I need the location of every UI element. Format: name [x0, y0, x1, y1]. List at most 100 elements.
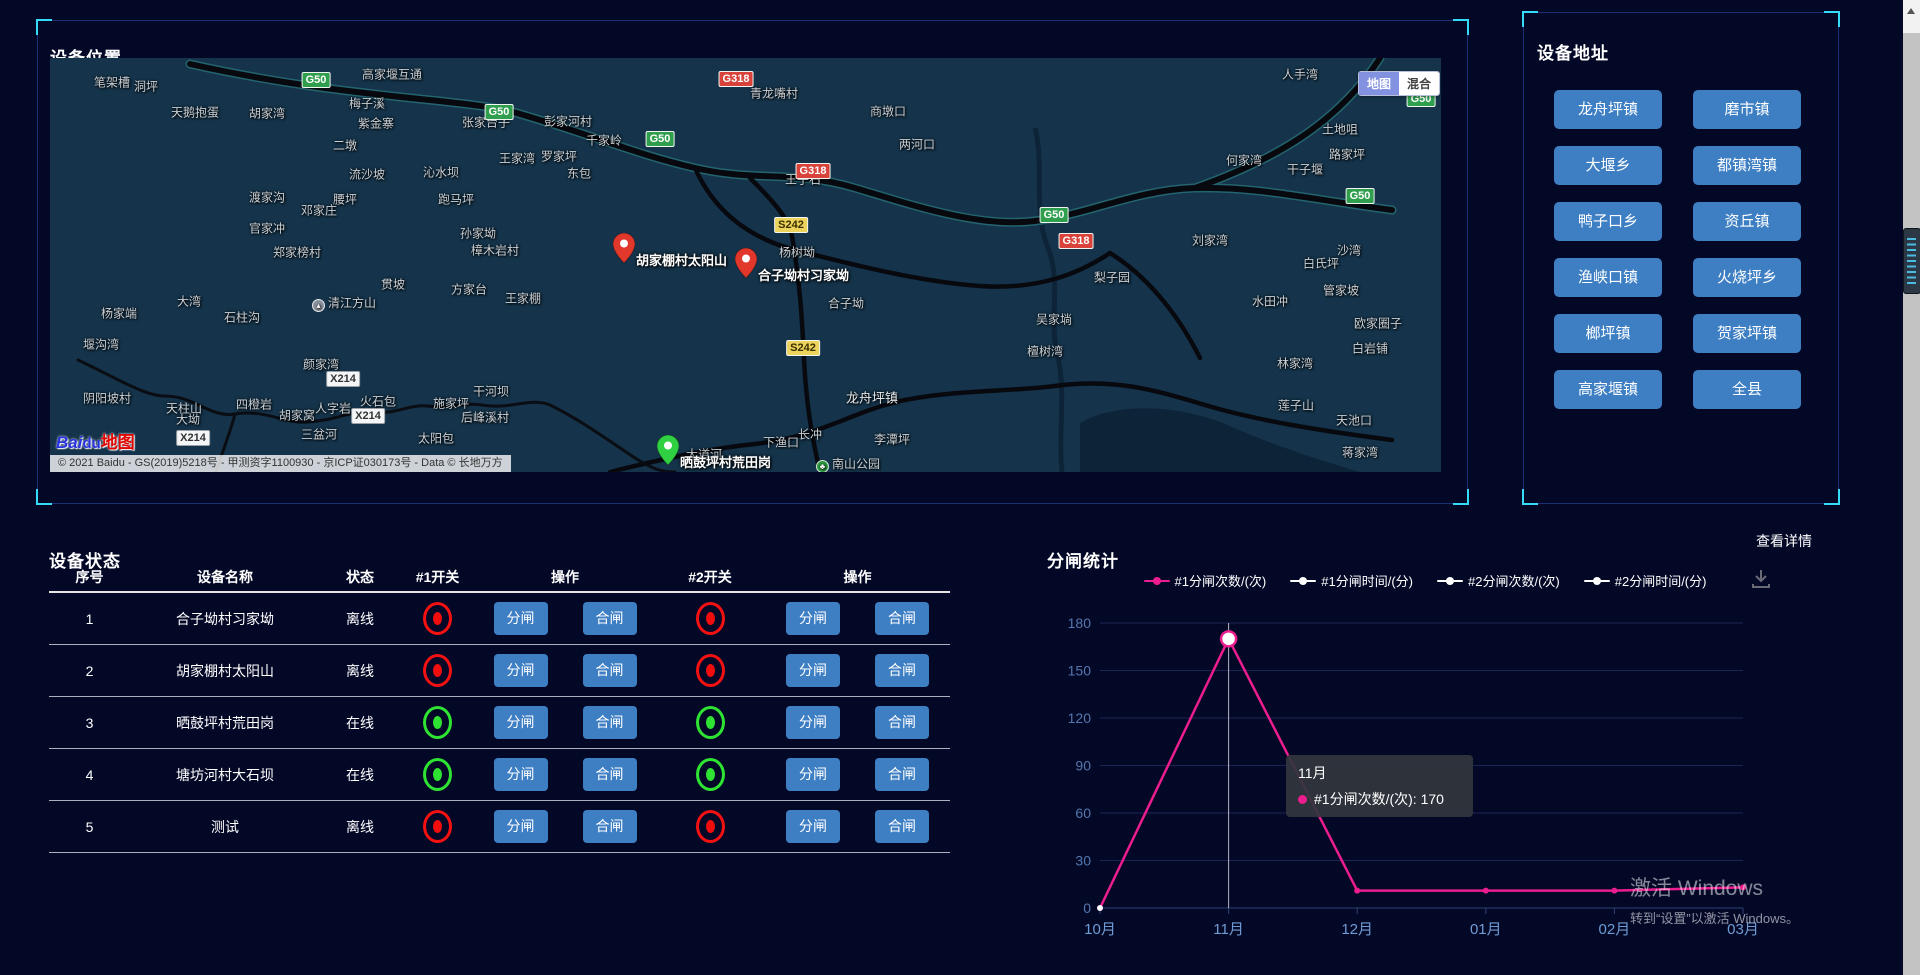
table-row: 5测试离线分闸合闸分闸合闸	[49, 801, 950, 853]
map-place-label: 胡家湾	[249, 105, 285, 122]
open-switch-button[interactable]: 分闸	[786, 706, 840, 739]
open-switch-button[interactable]: 分闸	[494, 602, 548, 635]
map-type-map-button[interactable]: 地图	[1359, 72, 1399, 95]
legend-item-#2分闸时间/(分)[interactable]: #2分闸时间/(分)	[1584, 571, 1707, 590]
map-place-label: 后峰溪村	[461, 409, 509, 426]
map-marker-label: 胡家棚村太阳山	[636, 250, 727, 269]
switch-status-off-indicator	[423, 810, 452, 843]
map-place-label: 紫金寨	[358, 115, 394, 132]
map-marker-pin[interactable]	[735, 248, 757, 278]
close-switch-button[interactable]: 合闸	[583, 706, 637, 739]
switch-status-off-indicator	[696, 810, 725, 843]
column-header: #2开关	[655, 563, 765, 592]
data-point	[1611, 888, 1617, 894]
close-switch-button[interactable]: 合闸	[583, 654, 637, 687]
open-switch-button[interactable]: 分闸	[786, 810, 840, 843]
address-button-磨市镇[interactable]: 磨市镇	[1693, 90, 1801, 129]
data-point	[1097, 905, 1103, 911]
map-place-label: 蒋家湾	[1342, 444, 1378, 461]
operation-buttons: 分闸 合闸	[475, 810, 655, 843]
map-place-label: 大湾	[177, 293, 201, 310]
indicator-dot	[706, 820, 715, 833]
y-axis-tick-label: 30	[1075, 853, 1091, 869]
map-place-label: 太阳包	[418, 430, 454, 447]
address-button-都镇湾镇[interactable]: 都镇湾镇	[1693, 146, 1801, 185]
open-switch-button[interactable]: 分闸	[786, 602, 840, 635]
open-switch-button[interactable]: 分闸	[494, 654, 548, 687]
close-switch-button[interactable]: 合闸	[583, 810, 637, 843]
address-button-高家堰镇[interactable]: 高家堰镇	[1554, 370, 1662, 409]
close-switch-button[interactable]: 合闸	[875, 654, 929, 687]
map-place-label: 四橙岩	[236, 396, 272, 413]
open-switch-button[interactable]: 分闸	[786, 654, 840, 687]
tooltip-series-dot	[1298, 795, 1307, 804]
road-number-badge: G318	[796, 163, 831, 179]
open-switch-button[interactable]: 分闸	[494, 758, 548, 791]
panel-corner-decoration	[36, 489, 52, 505]
baidu-map[interactable]: 笔架槽洞坪天鹅抱蛋胡家湾高家堰互通梅子溪紫金寨二墩流沙坡沁水坝腰坪跑马坪渡家沟邓…	[50, 58, 1441, 472]
road-number-badge: X214	[326, 371, 360, 387]
scrollbar-thumb[interactable]	[1903, 228, 1920, 294]
address-button-渔峡口镇[interactable]: 渔峡口镇	[1554, 258, 1662, 297]
map-place-label: 二墩	[333, 137, 357, 154]
map-marker-pin[interactable]	[613, 233, 635, 263]
close-switch-button[interactable]: 合闸	[875, 758, 929, 791]
address-button-火烧坪乡[interactable]: 火烧坪乡	[1693, 258, 1801, 297]
address-button-大堰乡[interactable]: 大堰乡	[1554, 146, 1662, 185]
map-copyright: © 2021 Baidu - GS(2019)5218号 - 甲测资字11009…	[50, 455, 511, 472]
cell-switch1	[400, 749, 475, 801]
address-button-贺家坪镇[interactable]: 贺家坪镇	[1693, 314, 1801, 353]
park-icon: ♣	[816, 460, 829, 472]
address-button-榔坪镇[interactable]: 榔坪镇	[1554, 314, 1662, 353]
map-place-label: 檀树湾	[1027, 343, 1063, 360]
cell-index: 3	[49, 697, 130, 749]
legend-item-#1分闸次数/(次)[interactable]: #1分闸次数/(次)	[1144, 571, 1267, 590]
panel-corner-decoration	[1824, 489, 1840, 505]
switch-status-off-indicator	[696, 602, 725, 635]
cell-operation2: 分闸 合闸	[765, 645, 950, 697]
open-switch-button[interactable]: 分闸	[786, 758, 840, 791]
map-place-label: 林家湾	[1277, 355, 1313, 372]
map-place-label: 彭家河村	[544, 113, 592, 130]
cell-device-name: 胡家棚村太阳山	[130, 645, 320, 697]
address-button-全县[interactable]: 全县	[1693, 370, 1801, 409]
close-switch-button[interactable]: 合闸	[875, 810, 929, 843]
view-details-link[interactable]: 查看详情	[1756, 531, 1812, 551]
legend-item-#2分闸次数/(次)[interactable]: #2分闸次数/(次)	[1437, 571, 1560, 590]
map-place-label: 青龙嘴村	[750, 85, 798, 102]
address-button-资丘镇[interactable]: 资丘镇	[1693, 202, 1801, 241]
dashboard-root: 设备位置	[0, 0, 1920, 975]
address-button-龙舟坪镇[interactable]: 龙舟坪镇	[1554, 90, 1662, 129]
operation-buttons: 分闸 合闸	[475, 602, 655, 635]
close-switch-button[interactable]: 合闸	[875, 706, 929, 739]
close-switch-button[interactable]: 合闸	[583, 758, 637, 791]
address-button-鸭子口乡[interactable]: 鸭子口乡	[1554, 202, 1662, 241]
open-switch-button[interactable]: 分闸	[494, 706, 548, 739]
tooltip-month: 11月	[1298, 763, 1461, 783]
cell-device-name: 塘坊河村大石坝	[130, 749, 320, 801]
map-marker-pin[interactable]	[657, 435, 679, 465]
cell-status: 离线	[320, 592, 400, 645]
open-switch-button[interactable]: 分闸	[494, 810, 548, 843]
close-switch-button[interactable]: 合闸	[583, 602, 637, 635]
map-place-label: 沙湾	[1337, 242, 1361, 259]
map-place-label: 阴阳坡村	[83, 390, 131, 407]
data-point	[1483, 888, 1489, 894]
legend-marker	[1290, 576, 1316, 586]
close-switch-button[interactable]: 合闸	[875, 602, 929, 635]
map-place-label: 水田冲	[1252, 293, 1288, 310]
page-scrollbar[interactable]	[1903, 0, 1920, 975]
cell-switch2	[655, 801, 765, 853]
switch-status-on-indicator	[423, 758, 452, 791]
y-axis-tick-label: 150	[1068, 663, 1092, 679]
map-place-label: 人字岩	[315, 400, 351, 417]
map-type-mix-button[interactable]: 混合	[1399, 72, 1439, 95]
scrollbar-up-button[interactable]	[1903, 0, 1920, 33]
map-place-label: 土地咀	[1322, 121, 1358, 138]
map-place-label: 跑马坪	[438, 191, 474, 208]
chart-tooltip: 11月 #1分闸次数/(次): 170	[1286, 755, 1473, 817]
legend-item-#1分闸时间/(分)[interactable]: #1分闸时间/(分)	[1290, 571, 1413, 590]
map-place-label: 天池口	[1336, 412, 1372, 429]
map-place-label: 孙家坳	[460, 225, 496, 242]
cell-operation1: 分闸 合闸	[475, 645, 655, 697]
